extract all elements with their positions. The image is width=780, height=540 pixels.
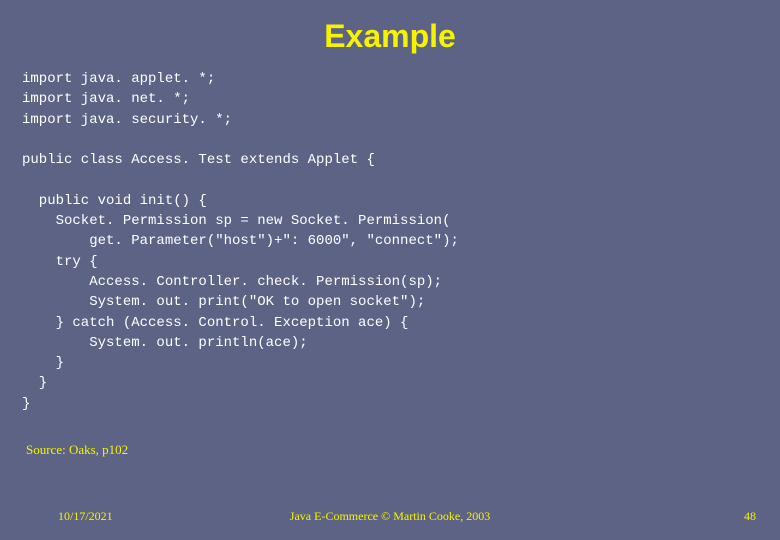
code-block: import java. applet. *; import java. net… (22, 69, 758, 414)
slide-title: Example (22, 18, 758, 55)
footer-page-number: 48 (744, 509, 756, 524)
source-citation: Source: Oaks, p102 (26, 442, 758, 458)
footer-center: Java E-Commerce © Martin Cooke, 2003 (0, 509, 780, 524)
slide: Example import java. applet. *; import j… (0, 0, 780, 540)
